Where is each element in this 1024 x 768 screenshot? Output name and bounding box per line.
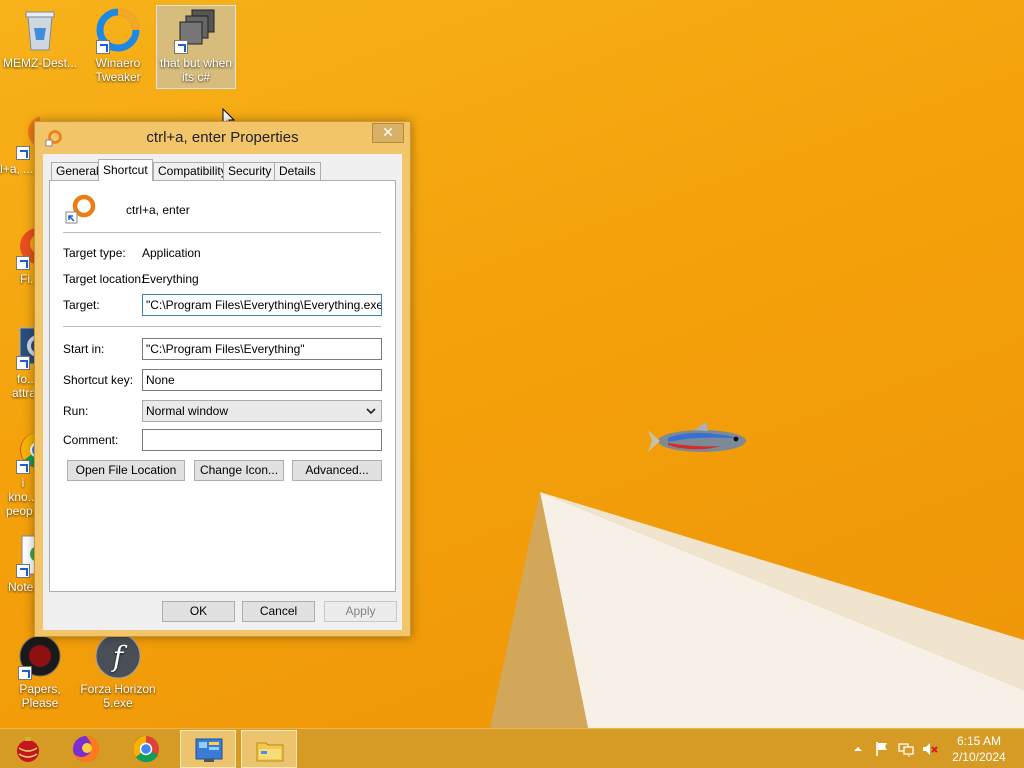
- tab-shortcut[interactable]: Shortcut: [98, 159, 153, 181]
- comment-label: Comment:: [63, 433, 119, 447]
- change-icon-button[interactable]: Change Icon...: [194, 460, 284, 481]
- recycle-bin-icon: [16, 6, 64, 54]
- shortcut-arrow-icon: [174, 40, 188, 54]
- chevron-up-icon[interactable]: [850, 741, 866, 757]
- tab-label: General: [56, 164, 99, 178]
- clock-time: 6:15 AM: [956, 734, 1002, 748]
- shortcut-arrow-icon: [16, 460, 30, 474]
- shortcut-arrow-icon: [16, 564, 30, 578]
- desktop-icon-label: that but when its c#: [159, 56, 233, 84]
- start-in-label: Start in:: [63, 342, 105, 356]
- fish-sprite: [648, 422, 746, 452]
- target-label: Target:: [63, 298, 100, 312]
- dialog-title: ctrl+a, enter Properties: [146, 129, 299, 146]
- separator: [63, 326, 381, 327]
- winaero-tweaker-icon: [94, 6, 142, 54]
- desktop-icon-recycle-bin[interactable]: MEMZ-Dest...: [0, 6, 80, 70]
- chevron-down-icon: [366, 408, 376, 415]
- shortcut-key-input[interactable]: None: [142, 369, 382, 391]
- tab-details[interactable]: Details: [274, 162, 321, 180]
- title-bar[interactable]: ctrl+a, enter Properties ✕: [35, 122, 410, 154]
- comment-input[interactable]: [142, 429, 382, 451]
- dialog-client-area: General Shortcut Compatibility Security …: [43, 154, 402, 630]
- open-file-location-button[interactable]: Open File Location: [67, 460, 185, 481]
- tab-label: Compatibility: [158, 164, 227, 178]
- shortcut-arrow-icon: [16, 146, 30, 160]
- separator: [63, 232, 381, 233]
- stacked-windows-icon: [172, 6, 220, 54]
- volume-muted-icon[interactable]: [922, 741, 938, 757]
- tab-label: Shortcut: [103, 163, 148, 177]
- system-clock[interactable]: 6:15 AM 2/10/2024: [946, 733, 1012, 765]
- desktop-icon-label: Papers, Please: [19, 682, 61, 710]
- tab-label: Security: [228, 164, 272, 178]
- folder-icon: [256, 742, 284, 762]
- apply-button[interactable]: Apply: [324, 601, 397, 622]
- taskbar-control-panel[interactable]: [180, 730, 236, 768]
- taskbar-firefox[interactable]: [58, 730, 114, 768]
- shortcut-name: ctrl+a, enter: [126, 203, 190, 217]
- target-type-label: Target type:: [63, 246, 126, 260]
- shortcut-arrow-icon: [18, 666, 32, 680]
- control-panel-icon: [195, 738, 223, 762]
- run-select-value: Normal window: [146, 404, 229, 418]
- close-button[interactable]: ✕: [372, 123, 404, 143]
- flash-player-icon: f: [94, 632, 142, 680]
- advanced-button[interactable]: Advanced...: [292, 460, 382, 481]
- run-select[interactable]: Normal window: [142, 400, 382, 422]
- desktop-icon-winaero-tweaker[interactable]: Winaero Tweaker: [78, 6, 158, 84]
- taskbar-start-ornament[interactable]: [0, 730, 56, 768]
- desktop-icon-forza-horizon[interactable]: f Forza Horizon 5.exe: [78, 632, 158, 710]
- tab-security[interactable]: Security: [223, 162, 277, 180]
- christmas-ornament-icon: [17, 737, 39, 762]
- shortcut-arrow-icon: [96, 40, 110, 54]
- taskbar-chrome[interactable]: [118, 730, 174, 768]
- close-icon: ✕: [382, 125, 394, 141]
- start-in-input[interactable]: "C:\Program Files\Everything": [142, 338, 382, 360]
- desktop-icon-papers-please[interactable]: Papers, Please: [0, 632, 80, 710]
- tab-label: Details: [279, 164, 316, 178]
- properties-dialog[interactable]: ctrl+a, enter Properties ✕ General Short…: [34, 121, 411, 637]
- desktop-icon-label: MEMZ-Dest...: [3, 56, 77, 70]
- shortcut-arrow-icon: [16, 256, 30, 270]
- cancel-button[interactable]: Cancel: [242, 601, 315, 622]
- target-location-label: Target location:: [63, 272, 145, 286]
- shortcut-key-label: Shortcut key:: [63, 373, 134, 387]
- taskbar-file-explorer[interactable]: [241, 730, 297, 768]
- chrome-icon: [133, 736, 159, 763]
- target-location-value: Everything: [142, 272, 199, 286]
- clock-date: 2/10/2024: [952, 750, 1006, 764]
- target-type-value: Application: [142, 246, 201, 260]
- shortcut-arrow-icon: [16, 356, 30, 370]
- desktop-icon-label: Forza Horizon 5.exe: [80, 682, 156, 710]
- ok-button[interactable]: OK: [162, 601, 235, 622]
- taskbar: 6:15 AM 2/10/2024: [0, 728, 1024, 768]
- action-center-flag-icon[interactable]: [874, 741, 890, 757]
- papers-please-icon: [16, 632, 64, 680]
- desktop-icon-that-but-when-its-csharp[interactable]: that but when its c#: [156, 5, 236, 89]
- tab-compatibility[interactable]: Compatibility: [153, 162, 232, 180]
- firefox-icon: [73, 736, 99, 762]
- run-label: Run:: [63, 404, 89, 418]
- shortcut-tab-panel: ctrl+a, enter Target type: Application T…: [49, 180, 396, 592]
- network-icon[interactable]: [898, 741, 914, 757]
- tab-general[interactable]: General: [51, 162, 104, 180]
- shortcut-file-icon: [65, 194, 96, 224]
- desktop-icon-label: Winaero Tweaker: [95, 56, 141, 84]
- target-input[interactable]: "C:\Program Files\Everything\Everything.…: [142, 294, 382, 316]
